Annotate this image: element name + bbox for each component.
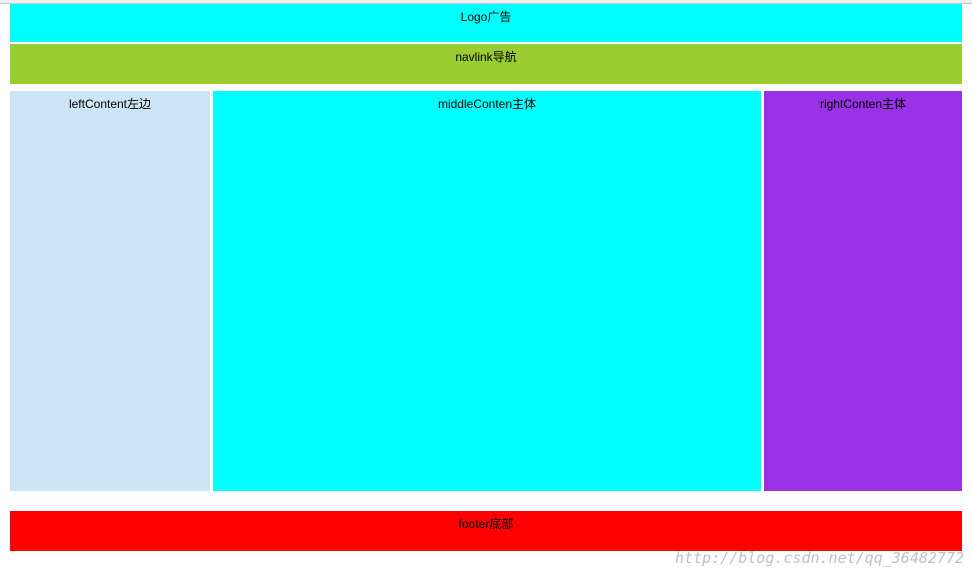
nav-label: navlink导航 bbox=[455, 50, 516, 64]
left-label: leftContent左边 bbox=[69, 97, 151, 111]
footer: footer底部 bbox=[10, 511, 962, 551]
logo-banner: Logo广告 bbox=[10, 4, 962, 42]
page-container: Logo广告 navlink导航 leftContent左边 middleCon… bbox=[0, 4, 972, 551]
watermark: http://blog.csdn.net/qq_36482772 bbox=[675, 549, 964, 567]
left-content: leftContent左边 bbox=[10, 91, 210, 491]
right-content: rightConten主体 bbox=[764, 91, 962, 491]
nav-link[interactable]: navlink导航 bbox=[10, 44, 962, 84]
logo-label: Logo广告 bbox=[461, 10, 512, 24]
middle-label: middleConten主体 bbox=[438, 97, 536, 111]
middle-content: middleConten主体 bbox=[213, 91, 761, 491]
right-label: rightConten主体 bbox=[820, 97, 906, 111]
content-row: leftContent左边 middleConten主体 rightConten… bbox=[10, 91, 962, 491]
footer-label: footer底部 bbox=[459, 517, 514, 531]
